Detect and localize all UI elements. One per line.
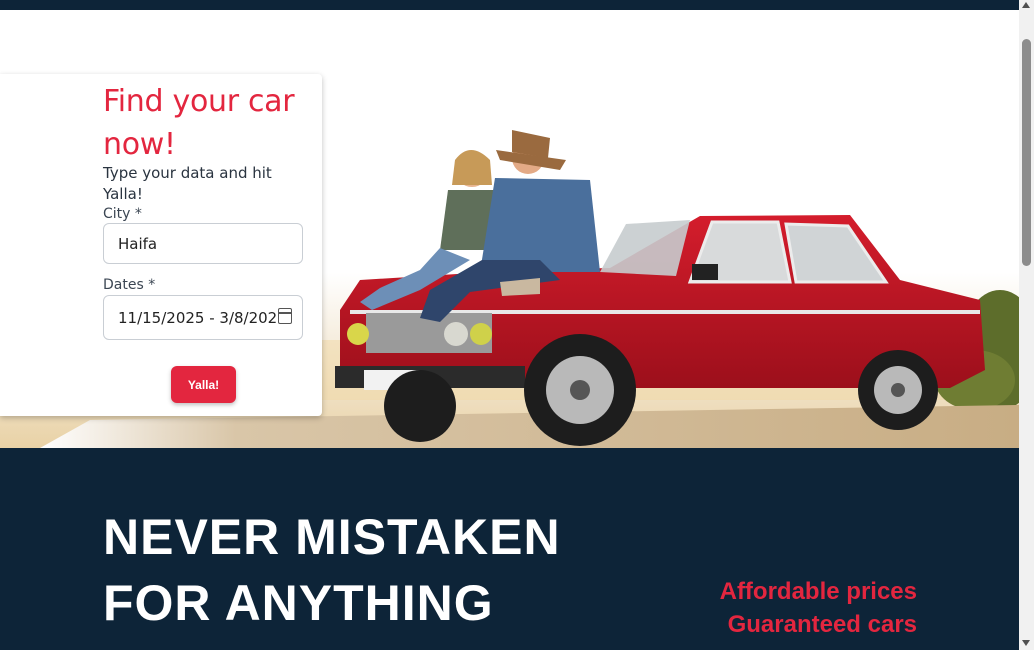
required-mark: *	[134, 206, 142, 222]
feature-item: Affordable prices	[719, 578, 917, 605]
dates-label-text: Dates	[103, 277, 144, 293]
city-label-text: City	[103, 206, 131, 222]
feature-item: Guaranteed cars	[727, 611, 917, 638]
dates-label: Dates *	[103, 277, 155, 293]
search-card: Find your car now! Type your data and hi…	[0, 74, 322, 416]
banner-headline: NEVER MISTAKEN FOR ANYTHING	[103, 509, 561, 631]
feature-list: Affordable prices Guaranteed cars	[720, 575, 917, 641]
search-title: Find your car now!	[103, 84, 295, 162]
dates-input[interactable]: 11/15/2025 - 3/8/2026	[103, 295, 303, 340]
scroll-down-arrow-icon[interactable]	[1022, 640, 1030, 646]
scroll-up-arrow-icon[interactable]	[1022, 2, 1030, 8]
required-mark: *	[148, 277, 156, 293]
city-label: City *	[103, 206, 142, 222]
city-input-value: Haifa	[118, 234, 158, 253]
page-scrollbar[interactable]	[1019, 0, 1034, 650]
dates-input-value: 11/15/2025 - 3/8/2026	[118, 308, 287, 327]
promo-banner: NEVER MISTAKEN FOR ANYTHING Affordable p…	[0, 448, 1019, 650]
scrollbar-thumb[interactable]	[1022, 39, 1031, 266]
hero-section: Find your car now! Type your data and hi…	[0, 10, 1019, 448]
yalla-button[interactable]: Yalla!	[171, 366, 236, 403]
calendar-icon[interactable]	[278, 308, 292, 324]
search-subtitle: Type your data and hit Yalla!	[103, 164, 272, 203]
city-input[interactable]: Haifa	[103, 223, 303, 264]
top-nav-bar	[0, 0, 1019, 10]
